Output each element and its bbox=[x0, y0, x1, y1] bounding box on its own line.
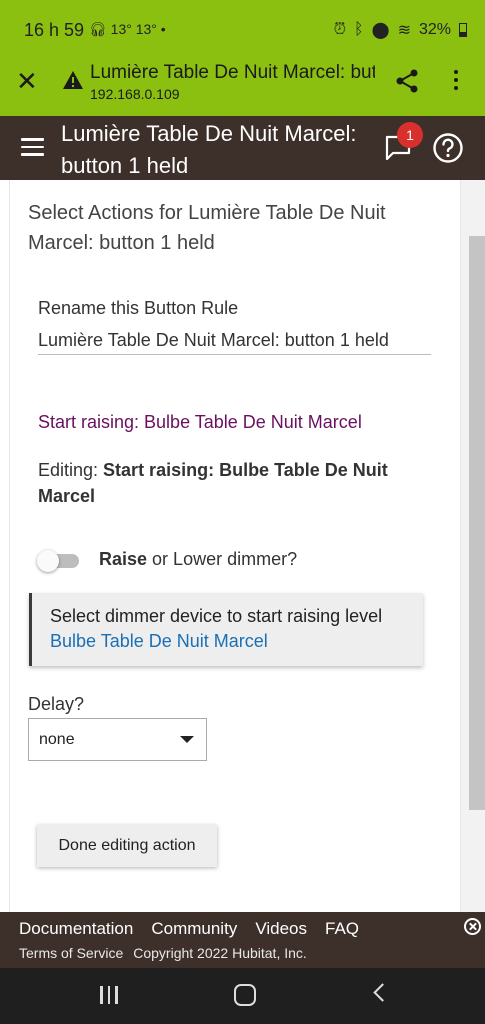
device-selector-value[interactable]: Bulbe Table De Nuit Marcel bbox=[50, 631, 268, 652]
footer-legal: Terms of Service Copyright 2022 Hubitat,… bbox=[19, 945, 307, 961]
battery-icon bbox=[459, 23, 467, 37]
action-link[interactable]: Start raising: Bulbe Table De Nuit Marce… bbox=[38, 412, 362, 433]
page-title: Lumière Table De Nuit Marcel: button 1 h… bbox=[61, 121, 357, 178]
status-right-icons: ⏰︎ ᛒ ⬤ ≋ 32% bbox=[334, 20, 467, 40]
copyright-text: Copyright 2022 Hubitat, Inc. bbox=[133, 945, 307, 961]
status-bar: 16 h 59 🎧︎ 13° 13° • ⏰︎ ᛒ ⬤ ≋ 32% bbox=[0, 0, 485, 58]
toggle-knob bbox=[37, 550, 59, 572]
wifi-icon: ≋ bbox=[397, 22, 411, 39]
bluetooth-icon: ᛒ bbox=[354, 21, 364, 38]
delay-value: none bbox=[39, 731, 75, 748]
notification-badge[interactable]: 1 bbox=[397, 122, 423, 148]
terms-link[interactable]: Terms of Service bbox=[19, 945, 123, 961]
toggle-label-rest: or Lower dimmer? bbox=[147, 549, 298, 569]
close-icon[interactable]: ✕ bbox=[16, 68, 38, 94]
hamburger-menu-icon[interactable] bbox=[21, 138, 44, 161]
scrollbar-thumb[interactable] bbox=[469, 236, 485, 810]
browser-toolbar: ✕ Lumière Table De Nuit Marcel: button 1… bbox=[0, 58, 485, 116]
headphones-icon: 🎧︎ bbox=[89, 21, 107, 37]
rename-input[interactable] bbox=[38, 326, 431, 355]
footer-link-videos[interactable]: Videos bbox=[255, 919, 307, 939]
raise-lower-toggle[interactable] bbox=[37, 548, 83, 574]
warning-icon[interactable] bbox=[62, 70, 84, 95]
section-heading: Select Actions for Lumière Table De Nuit… bbox=[28, 202, 386, 254]
location-icon: ⬤ bbox=[371, 22, 390, 39]
toggle-label-bold: Raise bbox=[99, 549, 148, 569]
chevron-down-icon bbox=[180, 736, 194, 743]
editing-status: Editing: Start raising: Bulbe Table De N… bbox=[38, 457, 428, 509]
system-nav-bar bbox=[0, 968, 485, 1024]
help-icon[interactable] bbox=[432, 132, 464, 169]
footer-link-documentation[interactable]: Documentation bbox=[19, 919, 133, 939]
alarm-icon: ⏰︎ bbox=[333, 21, 347, 38]
footer-links: Documentation Community Videos FAQ bbox=[19, 919, 359, 939]
share-icon[interactable] bbox=[394, 68, 420, 99]
delay-label: Delay? bbox=[28, 694, 85, 714]
more-vert-icon[interactable] bbox=[452, 70, 460, 94]
status-time: 16 h 59 bbox=[24, 20, 85, 40]
weather-text: 13° 13° bbox=[110, 21, 157, 37]
back-icon[interactable] bbox=[373, 983, 392, 1002]
done-editing-button[interactable]: Done editing action bbox=[37, 825, 217, 867]
footer-close-icon[interactable] bbox=[464, 918, 481, 935]
editing-prefix: Editing: bbox=[38, 460, 104, 480]
main-content bbox=[9, 180, 461, 912]
home-icon[interactable] bbox=[234, 984, 256, 1006]
footer-link-faq[interactable]: FAQ bbox=[325, 919, 359, 939]
browser-url[interactable]: 192.168.0.109 bbox=[90, 86, 180, 102]
status-left-icons: 🎧︎ 13° 13° • bbox=[89, 21, 166, 38]
device-selector-title: Select dimmer device to start raising le… bbox=[50, 606, 383, 626]
rename-label: Rename this Button Rule bbox=[38, 298, 239, 318]
toggle-label: Raise or Lower dimmer? bbox=[99, 549, 297, 570]
dot-icon: • bbox=[160, 21, 166, 37]
recents-icon[interactable] bbox=[100, 986, 120, 1004]
footer: Documentation Community Videos FAQ Terms… bbox=[0, 912, 485, 968]
battery-text: 32% bbox=[418, 21, 451, 38]
device-selector[interactable]: Select dimmer device to start raising le… bbox=[29, 593, 423, 666]
footer-link-community[interactable]: Community bbox=[151, 919, 237, 939]
browser-page-title: Lumière Table De Nuit Marcel: button 1 h… bbox=[90, 62, 375, 83]
delay-select[interactable]: none bbox=[28, 718, 207, 761]
